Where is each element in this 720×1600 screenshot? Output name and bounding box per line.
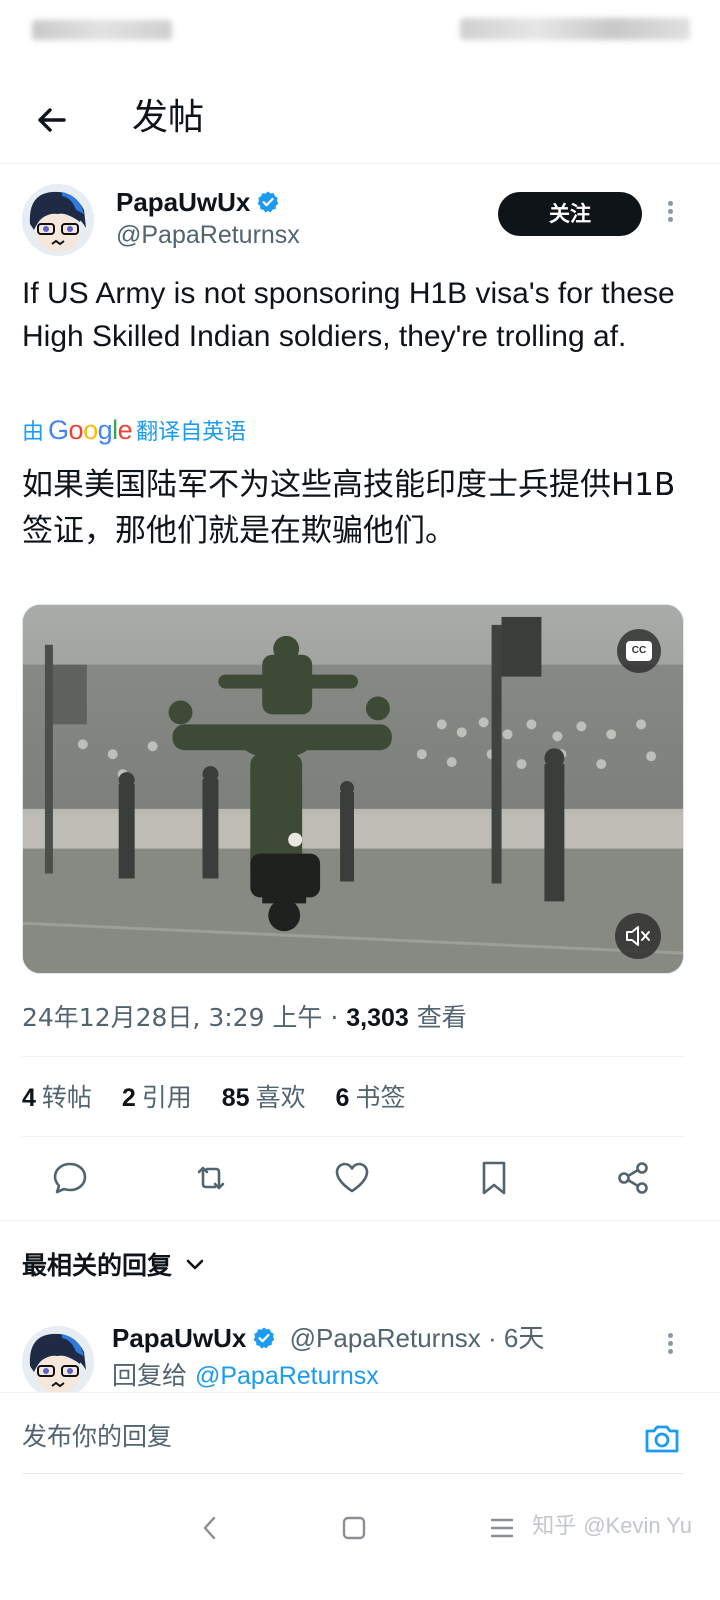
- status-time-blurred: [32, 20, 172, 40]
- more-dot-icon: [667, 1341, 673, 1346]
- avatar-image: [22, 1326, 94, 1398]
- reply-age: · 6天: [480, 1323, 545, 1353]
- reply-to-handle[interactable]: @PapaReturnsx: [195, 1362, 379, 1390]
- google-logo-letter: g: [97, 415, 113, 445]
- camera-icon: [645, 1425, 679, 1453]
- follow-button[interactable]: 关注: [498, 192, 642, 236]
- reply-author-name[interactable]: PapaUwUx: [112, 1323, 246, 1353]
- watermark: 知乎 @Kevin Yu: [532, 1508, 692, 1545]
- translate-suffix: 翻译自英语: [136, 420, 247, 445]
- reply-button[interactable]: [48, 1156, 92, 1200]
- system-nav-bar: 知乎 @Kevin Yu: [0, 1484, 720, 1600]
- reply-to-line: 回复给 @PapaReturnsx: [112, 1358, 379, 1394]
- reply-input[interactable]: 发布你的回复: [22, 1417, 172, 1457]
- stat-count: 4: [22, 1084, 36, 1112]
- translation-attribution[interactable]: 由 Google 翻译自英语: [22, 414, 246, 449]
- more-dot-icon: [667, 1349, 673, 1354]
- video-player[interactable]: CC: [22, 604, 684, 974]
- google-logo-letter: G: [48, 415, 69, 445]
- stat-label: 引用: [141, 1083, 192, 1112]
- divider: [22, 1136, 684, 1137]
- menu-icon: [490, 1518, 514, 1538]
- divider: [22, 1473, 684, 1474]
- reply-sort-dropdown[interactable]: 最相关的回复: [22, 1246, 208, 1286]
- timestamp: 24年12月28日, 3:29 上午 ·: [22, 1003, 347, 1032]
- more-options-button[interactable]: [660, 198, 680, 228]
- chevron-left-icon: [203, 1516, 216, 1540]
- share-button[interactable]: [612, 1156, 656, 1200]
- watermark-user: @Kevin Yu: [583, 1513, 692, 1538]
- avatar[interactable]: [22, 184, 94, 256]
- watermark-site: 知乎: [532, 1514, 577, 1539]
- stat-count: 85: [221, 1084, 250, 1112]
- stat-count: 2: [121, 1084, 136, 1112]
- google-logo-letter: e: [117, 415, 133, 445]
- verified-badge-icon: [258, 191, 279, 213]
- google-logo-letter: o: [83, 415, 98, 445]
- reply-avatar[interactable]: [22, 1326, 94, 1398]
- verified-badge-icon: [254, 1327, 275, 1349]
- stat-reposts[interactable]: 4 转帖: [22, 1083, 92, 1112]
- more-dot-icon: [667, 201, 673, 206]
- engagement-stats: 4 转帖 2 引用 85 喜欢 6 书签: [22, 1078, 427, 1118]
- views-label: 查看: [408, 1003, 467, 1032]
- reply-header: PapaUwUx @PapaReturnsx · 6天: [112, 1320, 544, 1356]
- translate-prefix: 由: [22, 420, 45, 445]
- app-header: 发帖: [0, 76, 720, 164]
- nav-home-button[interactable]: [334, 1508, 374, 1548]
- reply-icon: [53, 1162, 87, 1194]
- translated-text: 如果美国陆军不为这些高技能印度士兵提供H1B 签证，那他们就是在欺骗他们。: [22, 467, 676, 549]
- author-handle[interactable]: @PapaReturnsx: [116, 220, 300, 250]
- more-dot-icon: [667, 1333, 673, 1338]
- stat-label: 喜欢: [255, 1083, 306, 1112]
- bookmark-icon: [482, 1161, 506, 1195]
- divider: [0, 1220, 720, 1221]
- back-button[interactable]: [30, 98, 74, 142]
- reply-to-label: 回复给: [112, 1361, 195, 1390]
- stat-likes[interactable]: 85 喜欢: [222, 1083, 306, 1112]
- reply-composer: 发布你的回复: [0, 1392, 720, 1484]
- chevron-down-icon: [186, 1259, 204, 1270]
- square-icon: [342, 1516, 366, 1540]
- author-name[interactable]: PapaUwUx: [116, 186, 280, 218]
- video-frame: [23, 605, 683, 973]
- reply-more-options-button[interactable]: [660, 1330, 680, 1360]
- author-name-text: PapaUwUx: [116, 187, 251, 217]
- divider: [22, 1056, 684, 1057]
- more-dot-icon: [667, 217, 673, 222]
- camera-button[interactable]: [640, 1417, 684, 1461]
- captions-button[interactable]: CC: [617, 629, 661, 673]
- status-icons-blurred: [460, 18, 690, 40]
- reply-sort-label: 最相关的回复: [22, 1251, 173, 1280]
- repost-button[interactable]: [189, 1156, 233, 1200]
- share-icon: [618, 1162, 648, 1194]
- status-bar: [0, 0, 720, 60]
- google-logo: Google: [48, 415, 133, 445]
- stat-count: 6: [335, 1084, 350, 1112]
- nav-menu-button[interactable]: [482, 1508, 522, 1548]
- reply-author-handle[interactable]: @PapaReturnsx: [290, 1323, 481, 1353]
- stat-label: 书签: [355, 1083, 406, 1112]
- tweet-timestamp-views: 24年12月28日, 3:29 上午 · 3,303 查看: [22, 998, 467, 1038]
- avatar-image: [22, 184, 94, 256]
- heart-icon: [335, 1162, 369, 1193]
- like-button[interactable]: [330, 1156, 374, 1200]
- repost-icon: [197, 1166, 225, 1190]
- volume-mute-icon: [626, 926, 650, 946]
- stat-quotes[interactable]: 2 引用: [122, 1083, 192, 1112]
- mute-button[interactable]: [615, 913, 661, 959]
- cc-icon: CC: [626, 641, 652, 661]
- stat-bookmarks[interactable]: 6 书签: [336, 1083, 406, 1112]
- tweet-actions: [0, 1150, 720, 1206]
- bookmark-button[interactable]: [472, 1156, 516, 1200]
- google-logo-letter: o: [68, 415, 84, 445]
- more-dot-icon: [667, 209, 673, 214]
- arrow-left-icon: [38, 108, 66, 132]
- nav-back-button[interactable]: [190, 1508, 230, 1548]
- stat-label: 转帖: [41, 1083, 92, 1112]
- tweet-text: If US Army is not sponsoring H1B visa's …: [22, 277, 675, 353]
- views-count: 3,303: [346, 1004, 409, 1032]
- page-title: 发帖: [132, 97, 205, 138]
